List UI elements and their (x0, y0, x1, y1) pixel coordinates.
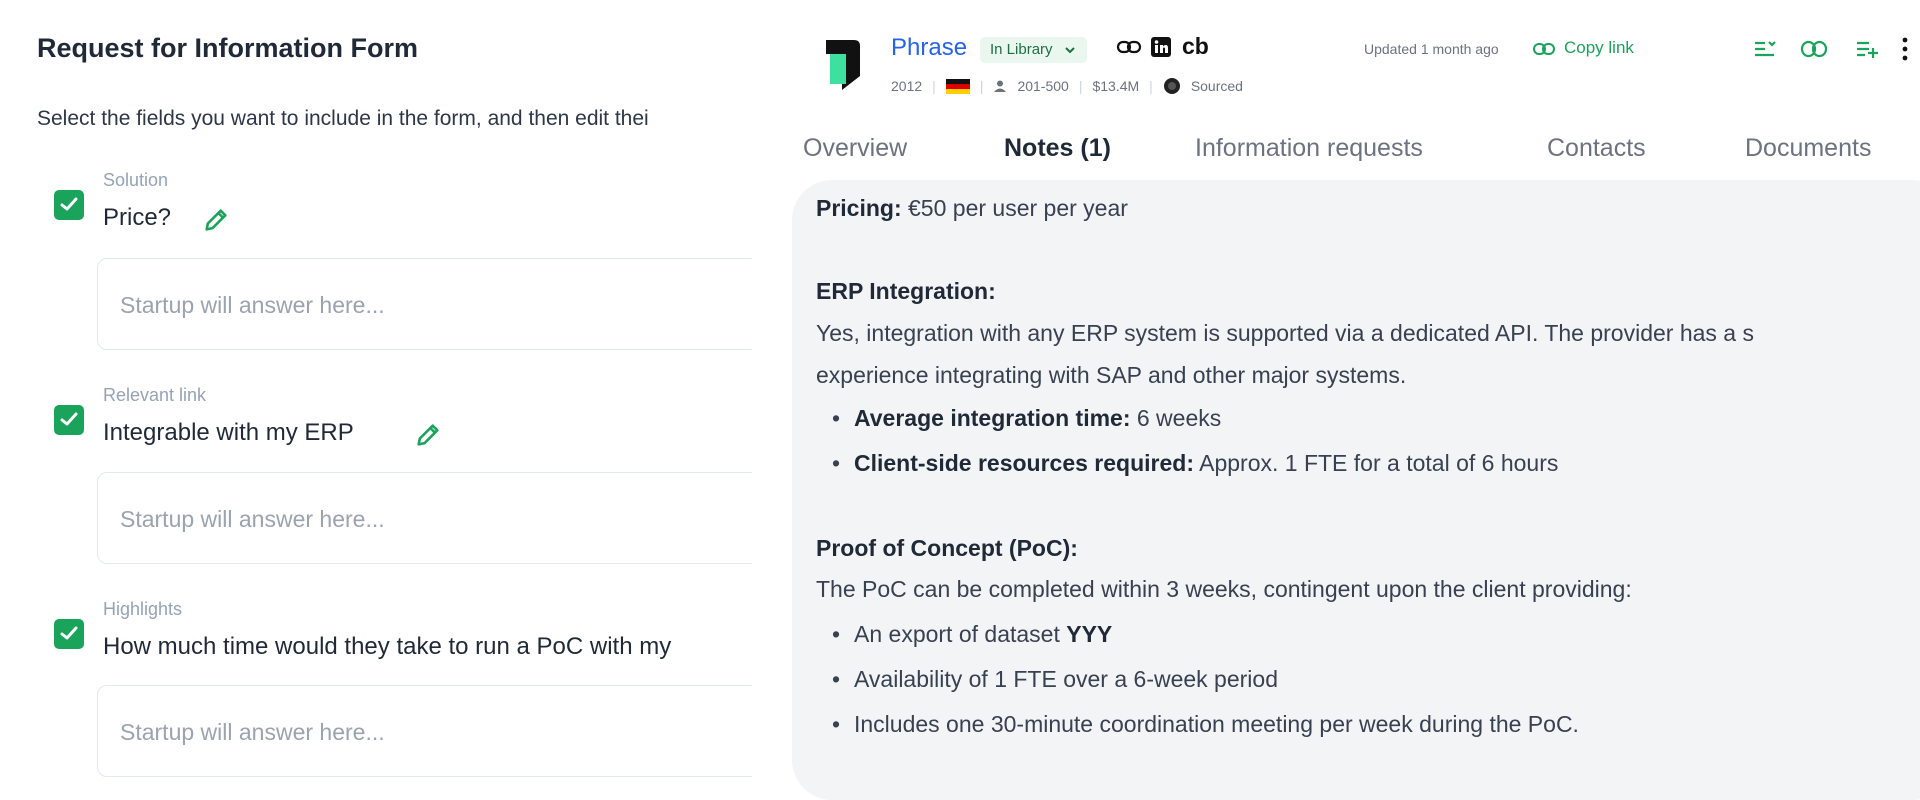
form-field-poc: Highlights How much time would they take… (0, 597, 752, 797)
profile-tabs: Overview Notes (1) Information requests … (752, 134, 1920, 174)
crunchbase-link[interactable]: cb (1182, 33, 1209, 60)
company-name[interactable]: Phrase (891, 34, 967, 62)
list-item: An export of dataset YYY (832, 621, 1113, 648)
form-field-erp: Relevant link Integrable with my ERP Sta… (0, 383, 752, 583)
list-item: Client-side resources required: Approx. … (832, 450, 1559, 477)
bullet-value: Approx. 1 FTE for a total of 6 hours (1194, 450, 1559, 476)
pencil-icon[interactable] (414, 421, 442, 449)
chevron-down-icon (1064, 47, 1075, 54)
poc-heading-text: Proof of Concept (PoC): (816, 535, 1078, 561)
pricing-value: €50 per user per year (901, 195, 1128, 221)
answer-placeholder: Startup will answer here... (120, 292, 385, 318)
company-profile-panel: Phrase In Library cb 2012 | | 201-500 | … (752, 0, 1920, 800)
erp-line-2: experience integrating with SAP and othe… (816, 362, 1407, 388)
pencil-icon[interactable] (202, 206, 230, 234)
copy-link-icon (1533, 43, 1555, 55)
erp-heading-text: ERP Integration: (816, 278, 996, 304)
library-status-label: In Library (990, 41, 1053, 58)
status-icon (1163, 78, 1180, 94)
answer-placeholder: Startup will answer here... (120, 719, 385, 745)
status-label: Sourced (1190, 78, 1243, 94)
tab-contacts[interactable]: Contacts (1547, 134, 1646, 163)
field-category: Solution (103, 170, 169, 190)
form-description: Select the fields you want to include in… (37, 107, 649, 130)
list-item: Average integration time: 6 weeks (832, 405, 1222, 432)
tab-information-requests[interactable]: Information requests (1195, 134, 1423, 163)
answer-input[interactable]: Startup will answer here... (97, 258, 752, 350)
add-to-list-icon[interactable] (1854, 38, 1880, 60)
checkbox-checked-icon[interactable] (54, 405, 84, 435)
compare-icon[interactable] (1800, 38, 1828, 60)
funding-amount: $13.4M (1092, 78, 1140, 94)
updated-timestamp: Updated 1 month ago (1364, 41, 1499, 57)
company-logo (826, 40, 860, 90)
bullet-label: Client-side resources required: (854, 450, 1194, 476)
employee-count: 201-500 (1017, 78, 1069, 94)
checkbox-checked-icon[interactable] (54, 190, 84, 220)
bullet-label: Average integration time: (854, 405, 1131, 431)
field-question: How much time would they take to run a P… (103, 633, 672, 660)
answer-placeholder: Startup will answer here... (120, 506, 385, 532)
field-question: Price? (103, 204, 172, 231)
list-item: Availability of 1 FTE over a 6-week peri… (832, 666, 1278, 693)
more-vertical-icon[interactable] (1900, 36, 1910, 62)
answer-input[interactable]: Startup will answer here... (97, 685, 752, 777)
bullet-text: An export of dataset (854, 621, 1067, 647)
list-item: Includes one 30-minute coordination meet… (832, 711, 1579, 738)
erp-line-1: Yes, integration with any ERP system is … (816, 320, 1754, 346)
answer-input[interactable]: Startup will answer here... (97, 472, 752, 564)
field-category: Relevant link (103, 385, 207, 405)
notes-content: Pricing: €50 per user per year ERP Integ… (792, 180, 1920, 800)
field-category: Highlights (103, 599, 183, 619)
library-status-dropdown[interactable]: In Library (980, 37, 1087, 63)
checkbox-checked-icon[interactable] (54, 619, 84, 649)
person-icon (994, 80, 1007, 92)
copy-link-button[interactable]: Copy link (1564, 38, 1634, 58)
bullet-bold: YYY (1066, 621, 1113, 647)
founded-year: 2012 (891, 78, 923, 94)
form-field-price: Solution Price? Startup will answer here… (0, 168, 752, 368)
bullet-value: 6 weeks (1130, 405, 1222, 431)
field-question: Integrable with my ERP (103, 419, 354, 446)
tab-overview[interactable]: Overview (803, 134, 907, 163)
tab-documents[interactable]: Documents (1745, 134, 1871, 163)
rfi-form-panel: Request for Information Form Select the … (0, 0, 752, 800)
link-icon[interactable] (1116, 37, 1142, 57)
erp-heading: ERP Integration: (816, 278, 996, 305)
tab-notes[interactable]: Notes (1) (1004, 134, 1111, 163)
poc-line: The PoC can be completed within 3 weeks,… (816, 576, 1632, 602)
list-icon[interactable] (1752, 38, 1778, 60)
linkedin-icon[interactable] (1150, 36, 1172, 58)
pricing-line: Pricing: €50 per user per year (816, 195, 1128, 222)
pricing-label: Pricing: (816, 195, 902, 221)
form-title: Request for Information Form (37, 33, 419, 63)
company-meta: 2012 | | 201-500 | $13.4M | Sourced (891, 78, 1243, 94)
country-flag-icon (945, 78, 970, 94)
poc-heading: Proof of Concept (PoC): (816, 535, 1078, 562)
